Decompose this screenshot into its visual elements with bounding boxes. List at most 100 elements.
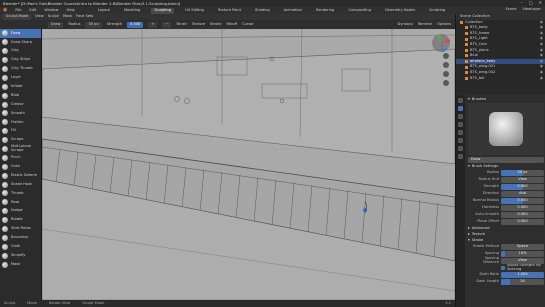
brush-tool-pose[interactable]: Pose (0, 198, 41, 207)
render-tab-icon[interactable] (458, 114, 463, 119)
visibility-eye-icon[interactable]: ◉ (540, 76, 543, 81)
property-field[interactable]: 10% (501, 251, 544, 257)
brush-tool-crease[interactable]: Crease (0, 100, 41, 109)
adjust-strength-checkbox[interactable] (501, 265, 505, 270)
brush-tool-cloth[interactable]: Cloth (0, 242, 41, 251)
visibility-eye-icon[interactable]: ◉ (540, 37, 543, 41)
brush-tool-thumb[interactable]: Thumb (0, 189, 41, 198)
brush-tool-clay-thumb[interactable]: Clay Thumb (0, 65, 41, 74)
brush-tool-blob[interactable]: Blob (0, 91, 41, 100)
menu-texture[interactable]: Texture (192, 22, 205, 27)
menu-window[interactable]: Window (44, 8, 58, 13)
menu-file[interactable]: File (15, 8, 21, 13)
view-layer-selector[interactable]: ViewLayer (522, 7, 541, 12)
tab-geometry-nodes[interactable]: Geometry Nodes (382, 8, 418, 14)
property-field[interactable]: 0.500 (501, 198, 544, 204)
visibility-eye-icon[interactable]: ◉ (540, 70, 543, 75)
visibility-eye-icon[interactable]: ◉ (540, 20, 543, 25)
brush-tool-mask[interactable]: Mask (0, 260, 41, 269)
brush-selector[interactable]: Draw (48, 21, 64, 28)
brush-tool-pinch[interactable]: Pinch (0, 153, 41, 162)
property-field[interactable]: 50 px (501, 170, 544, 176)
brush-preview[interactable] (468, 103, 544, 155)
brush-tool-simplify[interactable]: Simplify (0, 251, 41, 260)
maximize-icon[interactable]: □ (529, 1, 533, 5)
visibility-eye-icon[interactable]: ◉ (540, 65, 543, 69)
scene-tab-icon[interactable] (458, 130, 463, 135)
direction-add-button[interactable]: + (148, 21, 158, 28)
adjust-strength-row[interactable]: Adjust Strength for Spacing (468, 263, 544, 271)
brush-tool-rotate[interactable]: Rotate (0, 216, 41, 225)
menu-cursor[interactable]: Cursor (242, 22, 254, 27)
visibility-eye-icon[interactable]: ◉ (540, 31, 543, 36)
brush-name-field[interactable]: Draw (468, 157, 544, 163)
3d-viewport[interactable] (42, 29, 455, 300)
brush-tool-smooth[interactable]: Smooth (0, 109, 41, 118)
menu-help[interactable]: Help (67, 8, 75, 13)
brush-tool-flatten[interactable]: Flatten (0, 118, 41, 127)
visibility-eye-icon[interactable]: ◉ (540, 26, 543, 30)
menu-dyntopo[interactable]: Dyntopo (397, 22, 412, 27)
tab-compositing[interactable]: Compositing (345, 8, 374, 14)
menu-face-sets[interactable]: Face Sets (76, 15, 93, 19)
minimize-icon[interactable]: – (521, 1, 523, 5)
visibility-eye-icon[interactable]: ◉ (540, 54, 543, 58)
brush-tool-fill[interactable]: Fill (0, 127, 41, 136)
material-tab-icon[interactable] (458, 154, 463, 159)
brush-tool-draw-sharp[interactable]: Draw Sharp (0, 38, 41, 47)
stroke-method-select[interactable]: Space (501, 244, 544, 250)
tab-layout[interactable]: Layout (95, 8, 113, 14)
brush-tool-layer[interactable]: Layer (0, 73, 41, 82)
property-field[interactable]: 0.000 (501, 219, 544, 225)
visibility-eye-icon[interactable]: ◉ (540, 59, 543, 64)
menu-remesh[interactable]: Remesh (418, 22, 432, 27)
zoom-icon[interactable] (443, 53, 449, 59)
brush-tab-icon[interactable] (458, 106, 463, 111)
brush-tool-clay-strips[interactable]: Clay Strips (0, 56, 41, 65)
tab-texture-paint[interactable]: Texture Paint (215, 8, 244, 14)
close-icon[interactable]: ✕ (539, 1, 542, 5)
tool-tab-icon[interactable] (458, 98, 463, 103)
property-field[interactable]: 0.000 (501, 205, 544, 211)
brush-tool-snake-hook[interactable]: Snake Hook (0, 180, 41, 189)
property-field[interactable]: 1.000 (501, 272, 544, 278)
menu-stroke[interactable]: Stroke (210, 22, 221, 27)
property-field[interactable]: View (501, 258, 544, 264)
camera-icon[interactable] (443, 71, 449, 77)
scene-selector[interactable]: Scene (505, 7, 516, 12)
property-field[interactable]: View (501, 177, 544, 183)
menu-view[interactable]: View (35, 15, 44, 19)
brush-tool-slide-relax[interactable]: Slide Relax (0, 225, 41, 234)
brush-tool-nudge[interactable]: Nudge (0, 207, 41, 216)
menu-falloff[interactable]: Falloff (226, 22, 237, 27)
brush-tool-multi-plane-scrape[interactable]: Multi-plane Scrape (0, 145, 41, 154)
tab-modeling[interactable]: Modeling (121, 8, 143, 14)
menu-options[interactable]: Options (437, 22, 451, 27)
visibility-eye-icon[interactable]: ◉ (540, 42, 543, 47)
tab-scripting[interactable]: Scripting (426, 8, 448, 14)
grid-icon[interactable] (443, 80, 449, 86)
visibility-eye-icon[interactable]: ◉ (540, 48, 543, 53)
brush-tool-inflate[interactable]: Inflate (0, 82, 41, 91)
tab-animation[interactable]: Animation (281, 8, 305, 14)
property-field[interactable]: 20 (501, 279, 544, 285)
tab-sculpting[interactable]: Sculpting (151, 7, 175, 14)
outliner-item[interactable]: BTS_tail ◉ (456, 76, 545, 82)
tab-shading[interactable]: Shading (252, 8, 273, 14)
blender-logo-icon[interactable]: ◉ (3, 8, 7, 13)
brush-tool-draw[interactable]: Draw (0, 29, 41, 38)
object-tab-icon[interactable] (458, 138, 463, 143)
strength-field[interactable]: 0.500 (127, 21, 144, 28)
navigation-gizmo[interactable] (431, 33, 451, 53)
property-field[interactable]: Add (501, 191, 544, 197)
pan-icon[interactable] (443, 62, 449, 68)
tab-uv-editing[interactable]: UV Editing (182, 8, 207, 14)
radius-field[interactable]: 50 px (85, 21, 102, 28)
modifier-tab-icon[interactable] (458, 146, 463, 151)
direction-sub-button[interactable]: − (162, 21, 172, 28)
brush-tool-boundary[interactable]: Boundary (0, 233, 41, 242)
output-tab-icon[interactable] (458, 122, 463, 127)
menu-sculpt[interactable]: Sculpt (48, 15, 59, 19)
brush-tool-scrape[interactable]: Scrape (0, 136, 41, 145)
property-field[interactable]: 0.000 (501, 212, 544, 218)
